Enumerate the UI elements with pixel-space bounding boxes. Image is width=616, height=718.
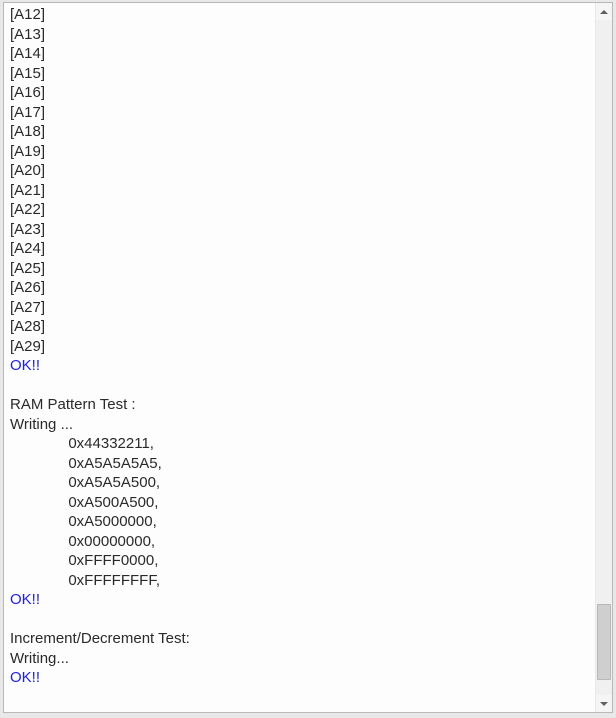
status-ok: OK!! <box>10 356 591 376</box>
log-line: 0xA5000000, <box>10 512 591 532</box>
status-ok: OK!! <box>10 590 591 610</box>
log-output-text: [A12] [A13] [A14] [A15] [A16] [A17] [A18… <box>4 3 595 712</box>
log-line: [A17] <box>10 103 591 123</box>
blank-line <box>10 376 591 396</box>
log-line: 0xA500A500, <box>10 493 591 513</box>
log-line: [A23] <box>10 220 591 240</box>
log-line: [A25] <box>10 259 591 279</box>
log-line: Writing... <box>10 649 591 669</box>
log-line: [A13] <box>10 25 591 45</box>
log-output-panel: [A12] [A13] [A14] [A15] [A16] [A17] [A18… <box>3 2 613 713</box>
section-header: Increment/Decrement Test: <box>10 629 591 649</box>
scroll-up-button[interactable] <box>596 3 612 20</box>
scrollbar-thumb[interactable] <box>597 604 611 680</box>
log-line: [A27] <box>10 298 591 318</box>
log-line: 0x44332211, <box>10 434 591 454</box>
log-line: 0xA5A5A5A5, <box>10 454 591 474</box>
log-line: [A20] <box>10 161 591 181</box>
blank-line <box>10 610 591 630</box>
log-line: [A15] <box>10 64 591 84</box>
log-line: [A28] <box>10 317 591 337</box>
log-line: [A26] <box>10 278 591 298</box>
chevron-down-icon <box>600 702 608 706</box>
log-line: [A21] <box>10 181 591 201</box>
vertical-scrollbar[interactable] <box>595 3 612 712</box>
log-line: [A18] <box>10 122 591 142</box>
log-line: 0x00000000, <box>10 532 591 552</box>
log-line: [A12] <box>10 5 591 25</box>
log-line: [A29] <box>10 337 591 357</box>
log-line: Writing ... <box>10 415 591 435</box>
log-line: [A24] <box>10 239 591 259</box>
scroll-down-button[interactable] <box>596 695 612 712</box>
log-line: [A22] <box>10 200 591 220</box>
status-ok: OK!! <box>10 668 591 688</box>
log-line: 0xFFFFFFFF, <box>10 571 591 591</box>
log-line: [A16] <box>10 83 591 103</box>
chevron-up-icon <box>600 10 608 14</box>
log-line: 0xFFFF0000, <box>10 551 591 571</box>
log-line: [A19] <box>10 142 591 162</box>
section-header: RAM Pattern Test : <box>10 395 591 415</box>
log-line: 0xA5A5A500, <box>10 473 591 493</box>
log-line: [A14] <box>10 44 591 64</box>
